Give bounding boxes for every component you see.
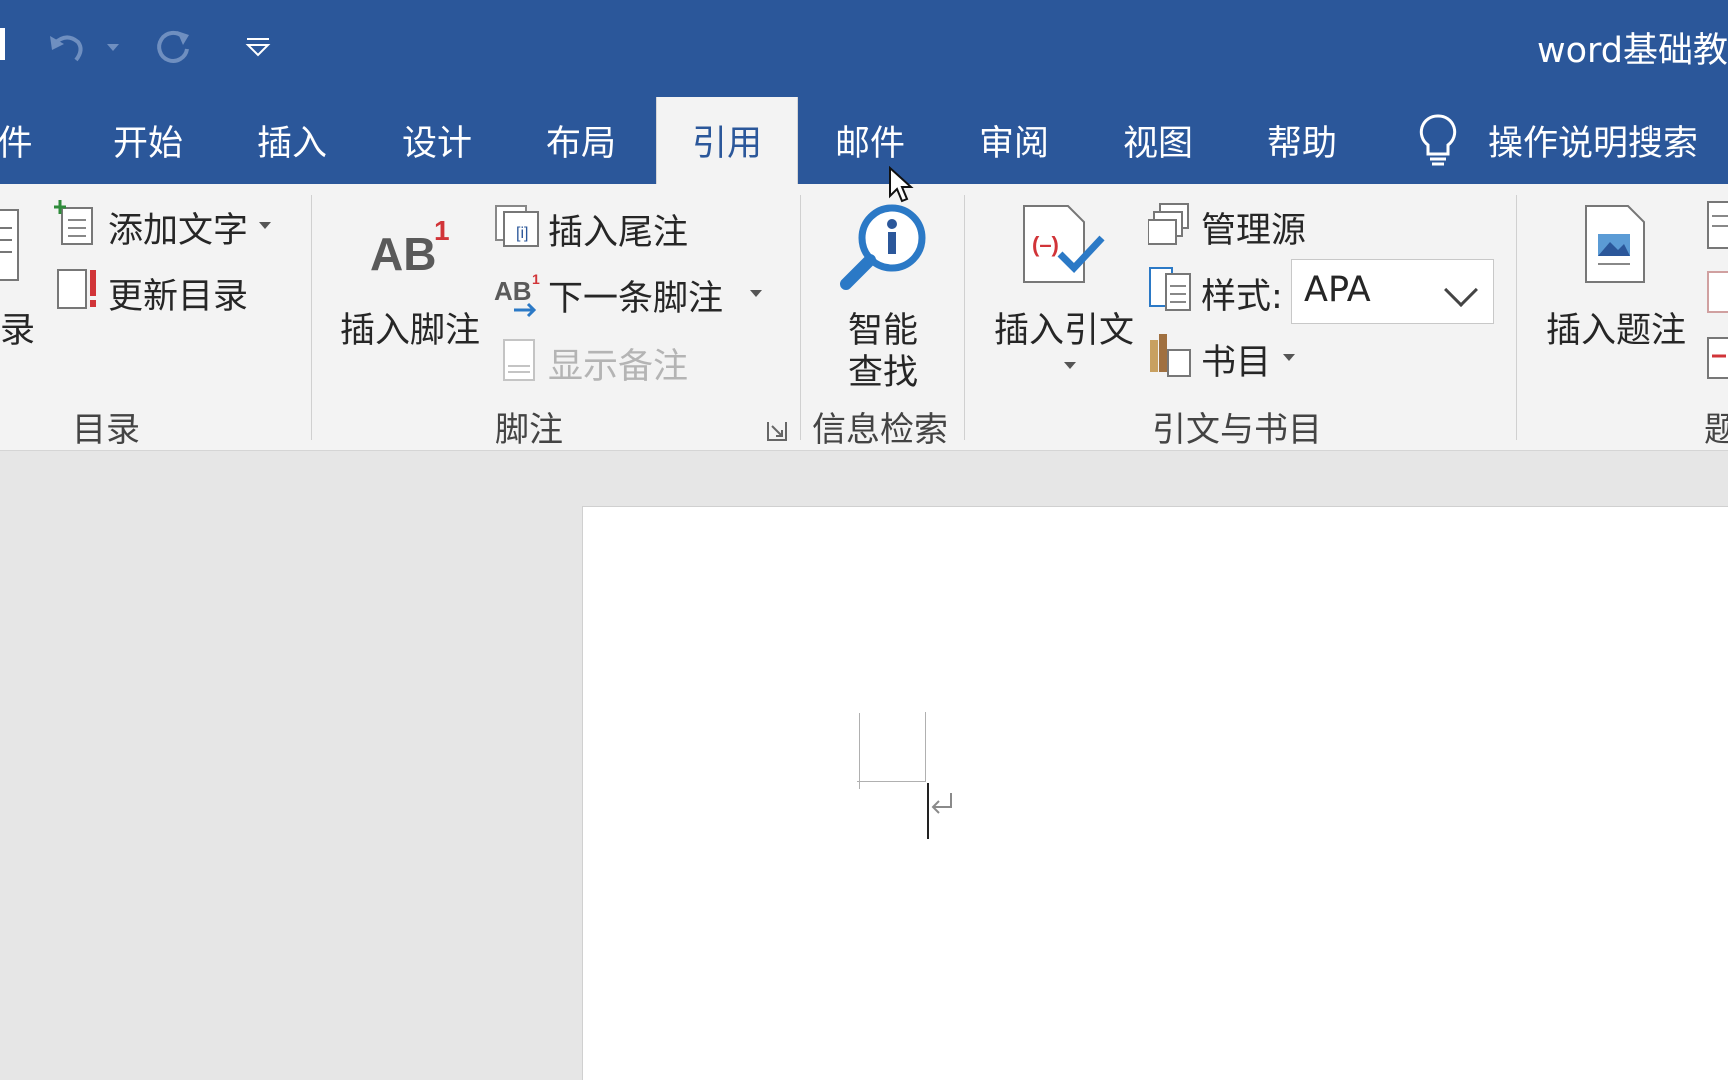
footnotes-group-label: 脚注 bbox=[495, 410, 563, 450]
update-figures-icon bbox=[1706, 270, 1728, 314]
manage-sources-icon[interactable] bbox=[1147, 202, 1192, 246]
smart-lookup-button-line2[interactable]: 查找 bbox=[848, 344, 918, 395]
next-footnote-icon[interactable]: AB 1 bbox=[494, 270, 546, 318]
manage-sources-button[interactable]: 管理源 bbox=[1201, 202, 1306, 253]
insert-endnote-button[interactable]: 插入尾注 bbox=[548, 204, 688, 255]
document-page[interactable] bbox=[582, 506, 1728, 1080]
tab-review[interactable]: 审阅 bbox=[964, 97, 1064, 184]
show-notes-button: 显示备注 bbox=[548, 347, 689, 387]
tab-design[interactable]: 设计 bbox=[387, 97, 487, 184]
tab-insert[interactable]: 插入 bbox=[242, 97, 342, 184]
tab-help[interactable]: 帮助 bbox=[1252, 97, 1352, 184]
research-group-label: 信息检索 bbox=[812, 410, 948, 450]
mouse-pointer-icon bbox=[888, 165, 914, 204]
tab-references[interactable]: 引用 bbox=[656, 97, 798, 184]
group-separator bbox=[800, 195, 801, 440]
toc-group-label: 目录 bbox=[72, 410, 140, 450]
margin-corner-vertical bbox=[925, 712, 926, 782]
svg-text:AB: AB bbox=[494, 276, 532, 306]
show-notes-icon bbox=[502, 338, 536, 382]
insert-caption-button[interactable]: 插入题注 bbox=[1546, 302, 1686, 353]
insert-footnote-icon[interactable]: AB 1 bbox=[368, 208, 458, 280]
insert-citation-icon[interactable]: (–) bbox=[1022, 204, 1106, 286]
citations-group-label: 引文与书目 bbox=[1152, 410, 1322, 450]
insert-caption-icon[interactable] bbox=[1584, 204, 1646, 286]
citation-style-select[interactable]: APA bbox=[1291, 259, 1494, 324]
insert-endnote-icon[interactable]: [i] bbox=[494, 204, 542, 248]
bibliography-icon[interactable] bbox=[1148, 330, 1192, 378]
captions-group-label: 题 bbox=[1704, 410, 1728, 450]
bibliography-button[interactable]: 书目 bbox=[1201, 334, 1271, 385]
tab-layout[interactable]: 布局 bbox=[531, 97, 631, 184]
insert-citation-button[interactable]: 插入引文 bbox=[994, 302, 1134, 353]
margin-corner-horizontal bbox=[857, 781, 926, 782]
undo-icon[interactable] bbox=[44, 24, 90, 70]
document-title: word基础教 bbox=[1536, 31, 1728, 71]
cross-reference-icon[interactable] bbox=[1706, 336, 1728, 380]
group-separator bbox=[964, 195, 965, 440]
footnote-ab-glyph: AB bbox=[370, 228, 436, 280]
lightbulb-icon[interactable] bbox=[1415, 112, 1461, 168]
update-table-icon[interactable] bbox=[56, 266, 100, 312]
style-icon bbox=[1148, 266, 1192, 312]
update-table-button[interactable]: 更新目录 bbox=[108, 268, 248, 319]
style-label: 样式: bbox=[1201, 277, 1283, 317]
svg-text:[i]: [i] bbox=[516, 225, 528, 242]
next-footnote-dropdown-icon[interactable] bbox=[750, 290, 762, 297]
redo-icon[interactable] bbox=[150, 24, 196, 70]
margin-corner-mark bbox=[859, 713, 860, 789]
footnote-superscript-glyph: 1 bbox=[434, 215, 450, 246]
dialog-launcher-icon[interactable] bbox=[766, 420, 788, 442]
bibliography-dropdown-icon[interactable] bbox=[1283, 354, 1295, 361]
tell-me-search[interactable]: 操作说明搜索 bbox=[1488, 97, 1714, 184]
add-text-button[interactable]: 添加文字 bbox=[108, 202, 248, 253]
insert-citation-dropdown-icon[interactable] bbox=[1064, 362, 1076, 369]
svg-text:1: 1 bbox=[532, 271, 540, 287]
citation-style-value: APA bbox=[1304, 270, 1371, 310]
window-edge-mark bbox=[0, 28, 5, 60]
smart-lookup-icon[interactable] bbox=[840, 202, 930, 292]
group-separator bbox=[311, 195, 312, 440]
group-separator bbox=[1516, 195, 1517, 440]
svg-text:(–): (–) bbox=[1032, 232, 1059, 257]
add-text-dropdown-icon[interactable] bbox=[259, 222, 271, 229]
tab-view[interactable]: 视图 bbox=[1108, 97, 1208, 184]
paragraph-mark-icon bbox=[927, 791, 957, 819]
tab-file[interactable]: 件 bbox=[0, 97, 33, 184]
chevron-down-icon[interactable] bbox=[1444, 273, 1478, 307]
insert-footnote-button[interactable]: 插入脚注 bbox=[340, 302, 480, 353]
next-footnote-button[interactable]: 下一条脚注 bbox=[548, 270, 723, 321]
table-of-contents-button[interactable]: 录 bbox=[0, 302, 35, 353]
tab-home[interactable]: 开始 bbox=[98, 97, 198, 184]
customize-qat-icon[interactable] bbox=[240, 24, 276, 70]
add-text-icon[interactable] bbox=[54, 200, 98, 248]
undo-dropdown-icon[interactable] bbox=[104, 24, 122, 70]
insert-table-of-figures-icon[interactable] bbox=[1706, 200, 1728, 250]
table-of-contents-icon[interactable] bbox=[0, 208, 22, 286]
